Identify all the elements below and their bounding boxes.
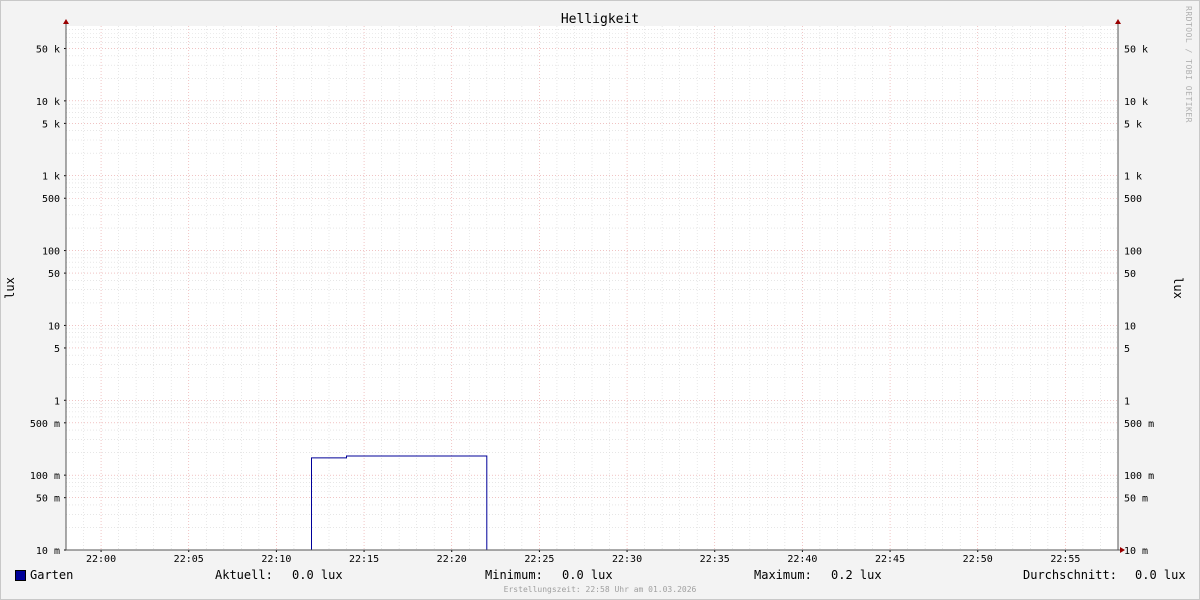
x-tick-label: 22:30 (612, 554, 642, 565)
x-tick-labels: 22:00 22:05 22:10 22:15 22:20 22:25 22:30 22:35… (86, 550, 1080, 565)
y-axis-arrow-right (1115, 19, 1121, 24)
y-tick-label-left: 10 m (36, 546, 60, 557)
y-tick-label-right: 5 k (1124, 119, 1142, 130)
chart: Helligkeit lux lux 10 m 10 m 50 m 50 m 100 m… (3, 12, 1185, 565)
y-tick-label-left: 50 m (36, 494, 60, 505)
y-axis-label-left: lux (3, 277, 17, 299)
y-tick-label-right: 10 k (1124, 97, 1148, 108)
x-tick-label: 22:05 (174, 554, 204, 565)
y-tick-label-right: 1 k (1124, 172, 1142, 183)
legend-maximum-label: Maximum: (754, 568, 812, 582)
y-axis-label-right: lux (1171, 277, 1185, 299)
y-tick-label-right: 10 m (1124, 546, 1148, 557)
footer-timestamp: Erstellungszeit: 22:58 Uhr am 01.03.2026 (503, 585, 697, 594)
y-tick-label-right: 500 m (1124, 419, 1154, 430)
x-tick-label: 22:50 (963, 554, 993, 565)
y-tick-label-left: 10 (48, 321, 60, 332)
watermark: RRDTOOL / TOBI OETIKER (1184, 6, 1193, 123)
y-tick-label-left: 50 k (36, 45, 60, 56)
y-tick-label-right: 500 (1124, 194, 1142, 205)
y-tick-label-left: 500 (42, 194, 60, 205)
y-tick-label-left: 50 (48, 269, 60, 280)
x-tick-label: 22:35 (700, 554, 730, 565)
y-tick-label-right: 10 (1124, 321, 1136, 332)
y-tick-label-right: 100 (1124, 247, 1142, 258)
y-tick-label-right: 50 k (1124, 45, 1148, 56)
x-tick-label: 22:55 (1050, 554, 1080, 565)
y-tick-label-left: 100 m (30, 471, 60, 482)
y-tick-label-right: 50 m (1124, 494, 1148, 505)
y-tick-label-right: 50 (1124, 269, 1136, 280)
legend-minimum-label: Minimum: (485, 568, 543, 582)
y-tick-label-right: 1 (1124, 396, 1130, 407)
y-tick-label-left: 1 k (42, 172, 60, 183)
x-tick-label: 22:20 (437, 554, 467, 565)
legend-aktuell-value: 0.0 lux (292, 568, 343, 582)
x-tick-label: 22:40 (787, 554, 817, 565)
y-tick-label-left: 10 k (36, 97, 60, 108)
legend-series-name: Garten (30, 568, 74, 582)
y-tick-label-right: 5 (1124, 344, 1130, 355)
x-tick-label: 22:45 (875, 554, 905, 565)
legend-aktuell-label: Aktuell: (215, 568, 273, 582)
legend-swatch-garten (15, 570, 26, 581)
chart-title: Helligkeit (561, 12, 639, 27)
y-tick-label-left: 1 (54, 396, 60, 407)
y-tick-label-right: 100 m (1124, 471, 1154, 482)
y-tick-label-left: 5 (54, 344, 60, 355)
y-tick-label-left: 500 m (30, 419, 60, 430)
legend-minimum-value: 0.0 lux (562, 568, 613, 582)
legend-maximum-value: 0.2 lux (831, 568, 882, 582)
y-tick-label-left: 100 (42, 247, 60, 258)
y-axis-arrow-left (63, 19, 69, 24)
x-tick-label: 22:10 (261, 554, 291, 565)
x-tick-label: 22:25 (524, 554, 554, 565)
x-tick-label: 22:00 (86, 554, 116, 565)
x-tick-label: 22:15 (349, 554, 379, 565)
legend-durchschnitt-value: 0.0 lux (1135, 568, 1186, 582)
legend-durchschnitt-label: Durchschnitt: (1023, 568, 1117, 582)
y-tick-label-left: 5 k (42, 119, 60, 130)
